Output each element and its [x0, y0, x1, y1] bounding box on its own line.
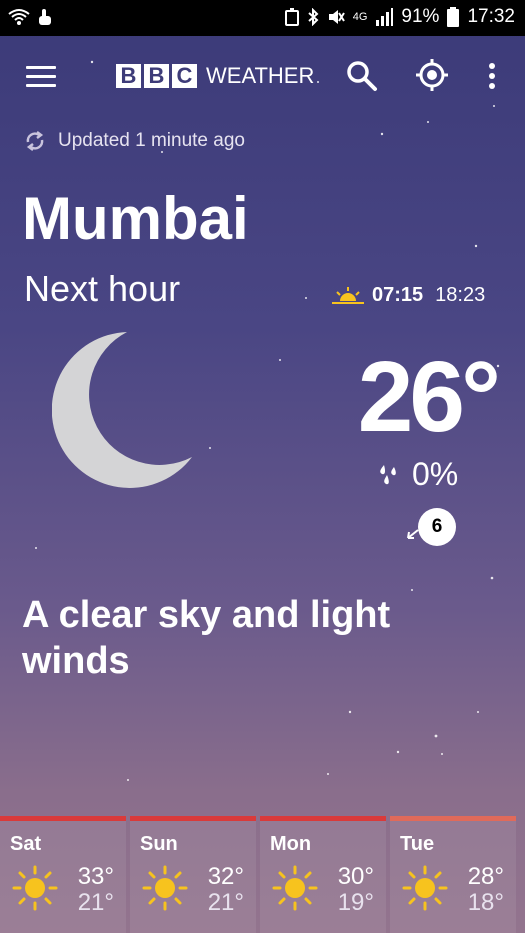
sun-icon — [12, 865, 58, 911]
current-temperature: 26° — [357, 341, 501, 453]
moon-icon — [52, 332, 192, 488]
daily-forecast: Sat 33° 21° Sun 32° 21° Mon 30° 19° Tue … — [0, 816, 525, 933]
low-temp: 18° — [467, 889, 504, 916]
logo-letter: B — [144, 63, 169, 88]
logo-word: WEATHER — [206, 63, 315, 88]
bbc-weather-logo: B B C WEATHER — [116, 63, 314, 89]
precipitation: 0% — [376, 456, 458, 493]
day-name: Sun — [140, 833, 178, 855]
sun-times: 07:15 18:23 — [332, 284, 485, 307]
raindrops-icon — [380, 464, 396, 484]
sun-icon — [402, 865, 448, 911]
sunrise-time: 07:15 — [372, 284, 424, 306]
day-name: Sat — [10, 833, 42, 855]
high-temp: 30° — [337, 863, 374, 890]
search-icon[interactable] — [346, 60, 378, 92]
more-options-icon[interactable] — [486, 62, 498, 90]
low-temp: 21° — [207, 889, 244, 916]
forecast-day[interactable]: Sun 32° 21° — [130, 816, 256, 933]
logo-letter: B — [116, 63, 141, 88]
clock: 17:32 — [467, 6, 515, 27]
sunset-time: 18:23 — [435, 284, 486, 306]
battery-percent: 91% — [401, 6, 440, 27]
precipitation-value: 0% — [412, 456, 459, 492]
low-temp: 19° — [337, 889, 374, 916]
wind-indicator: 6 — [406, 508, 466, 548]
forecast-period: Next hour — [24, 268, 181, 309]
signal-icon — [376, 8, 394, 26]
sunrise-icon — [332, 286, 364, 304]
sun-icon — [142, 865, 188, 911]
status-bar: 4G 91% 17:32 — [0, 0, 525, 36]
wifi-icon — [8, 9, 30, 25]
network-type: 4G — [352, 11, 368, 23]
high-temp: 33° — [77, 863, 114, 890]
high-temp: 28° — [467, 863, 504, 890]
city-name: Mumbai — [22, 185, 249, 252]
touch-icon — [39, 9, 51, 25]
weather-description: A clear sky and light winds — [22, 594, 391, 682]
wind-speed: 6 — [418, 508, 456, 546]
forecast-day[interactable]: Tue 28° 18° — [390, 816, 516, 933]
updated-status[interactable]: Updated 1 minute ago — [24, 130, 245, 152]
forecast-day[interactable]: Sat 33° 21° — [0, 816, 126, 933]
updated-text: Updated 1 minute ago — [58, 130, 245, 151]
day-name: Mon — [270, 833, 312, 855]
mute-icon — [328, 10, 345, 24]
forecast-day[interactable]: Mon 30° 19° — [260, 816, 386, 933]
low-temp: 21° — [77, 889, 114, 916]
menu-icon[interactable] — [26, 66, 56, 88]
sun-icon — [272, 865, 318, 911]
high-temp: 32° — [207, 863, 244, 890]
bluetooth-icon — [308, 8, 319, 26]
refresh-icon[interactable] — [24, 130, 46, 152]
app-toolbar: B B C WEATHER — [0, 36, 525, 116]
battery-icon — [447, 7, 460, 27]
day-name: Tue — [400, 833, 435, 855]
logo-letter: C — [172, 63, 197, 88]
battery-saver-icon — [284, 8, 299, 26]
location-icon[interactable] — [415, 58, 449, 92]
